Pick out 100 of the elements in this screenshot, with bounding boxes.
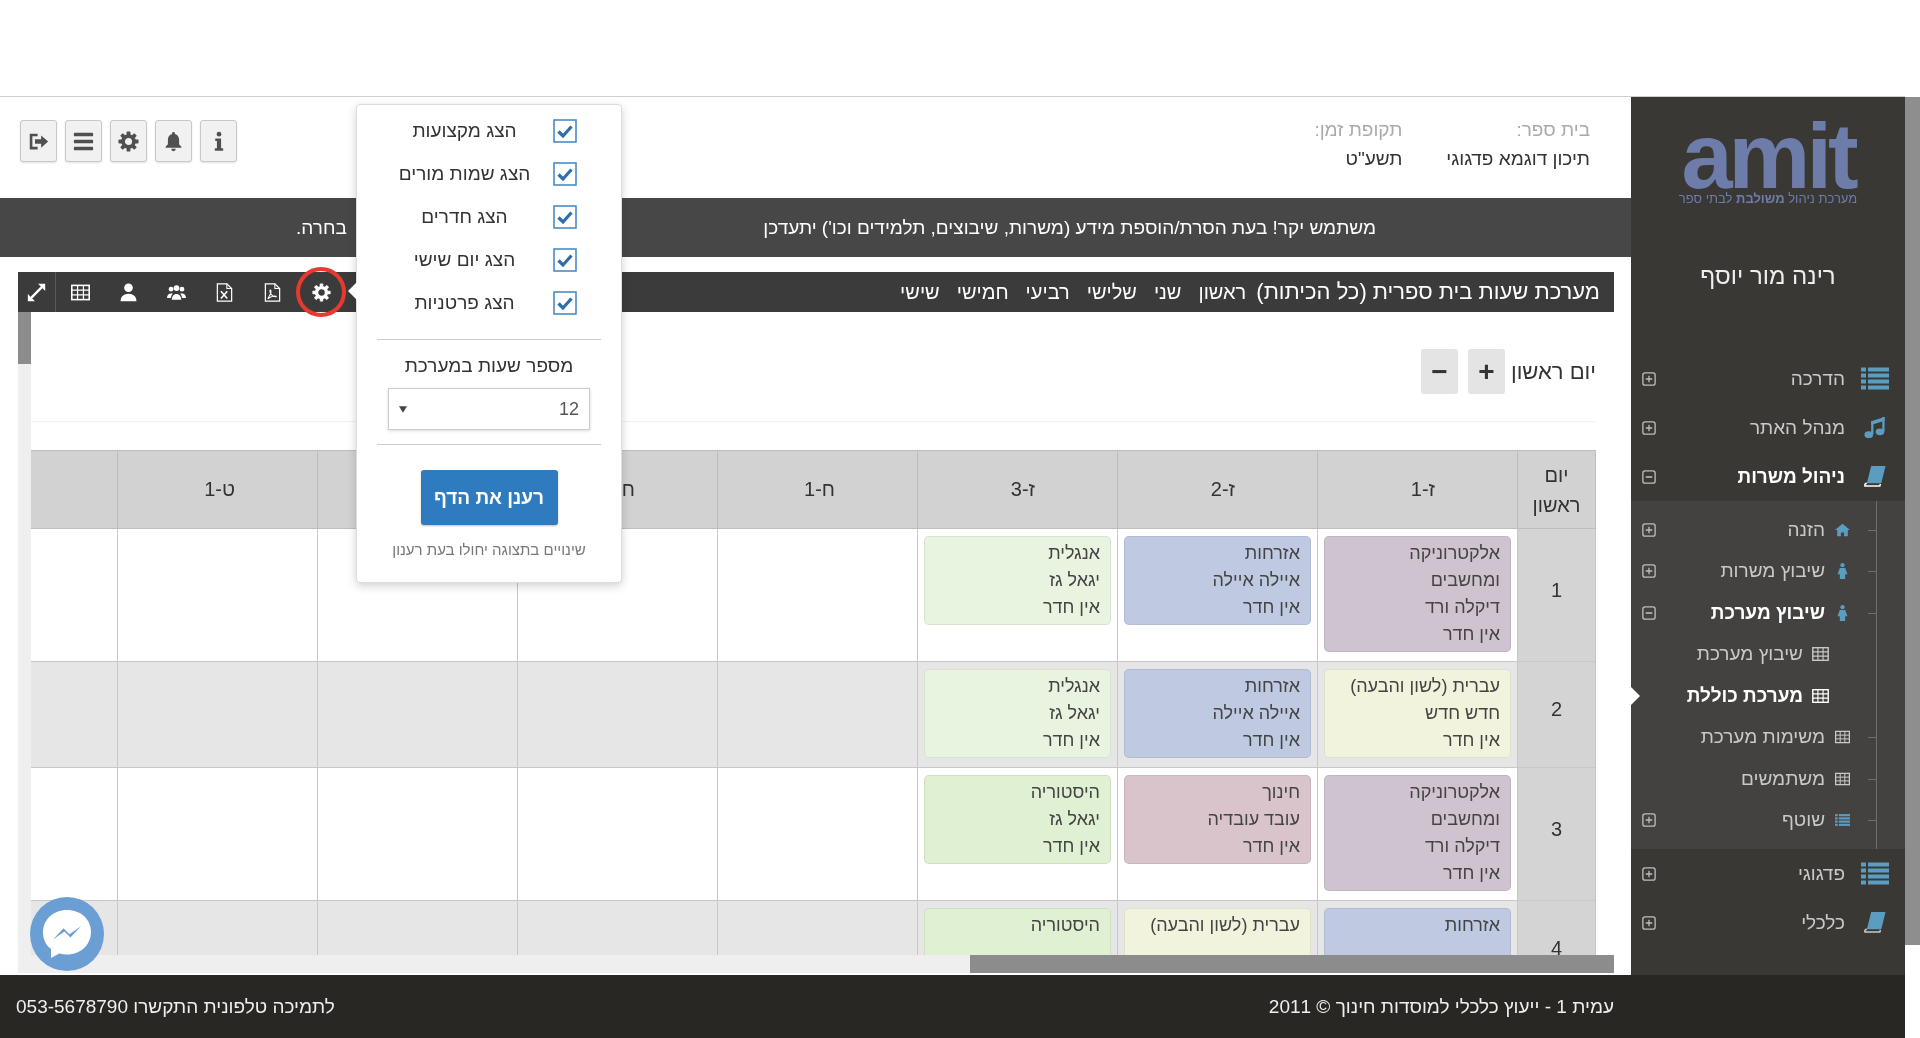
submenu-item[interactable]: שיבוץ מערכת — [1631, 592, 1905, 634]
lesson-card[interactable]: עברית (לשון והבעה) חדש חדש אין חדר — [1324, 669, 1511, 758]
timetable-title: מערכת שעות בית ספרית (כל הכיתות) — [1256, 279, 1600, 305]
hour-cell: 3 — [1517, 767, 1596, 901]
table-header-cell: ז-1 — [1317, 450, 1518, 529]
submenu-item[interactable]: שוטף — [1631, 799, 1905, 841]
subject-text: אנגלית — [1047, 542, 1100, 565]
day-link[interactable]: ראשון — [1198, 280, 1247, 304]
chat-button[interactable] — [30, 897, 104, 971]
submenu-item[interactable]: משתמשים — [1631, 758, 1905, 800]
room-text: אין חדר — [1441, 729, 1500, 752]
checkbox-label: הצג חדרים — [420, 205, 509, 228]
checkbox[interactable] — [553, 290, 577, 315]
menu-button[interactable] — [65, 120, 102, 162]
school-name: תיכון דוגמא פדגוגי — [1446, 147, 1590, 171]
scrollbar-thumb[interactable] — [970, 955, 1614, 973]
table-header-cell: יום ראשון — [1517, 450, 1596, 529]
chat-bubble-icon — [30, 897, 104, 971]
lesson-card[interactable]: היסטוריה — [924, 908, 1111, 955]
lesson-card[interactable]: אנגלית יגאל גז אין חדר — [924, 536, 1111, 625]
teacher-name: איילה איילה — [1211, 702, 1300, 725]
checkbox[interactable] — [553, 247, 577, 272]
room-text: אין חדר — [1441, 623, 1500, 646]
subject-text: אזרחות — [1243, 675, 1300, 698]
hours-label: מספר שעות במערכת — [403, 354, 575, 378]
submenu-item[interactable]: מערכת כוללת — [1631, 675, 1905, 717]
teacher-name: יגאל גז — [1048, 569, 1100, 592]
lesson-card[interactable]: אזרחות איילה איילה אין חדר — [1124, 536, 1311, 625]
menu-item[interactable]: הדרכה — [1631, 354, 1905, 403]
support-phone-text: לתמיכה טלפונית התקשרו 053-5678790 — [16, 995, 335, 1018]
day-link[interactable]: חמישי — [956, 280, 1009, 304]
lesson-card[interactable]: אנגלית יגאל גז אין חדר — [924, 669, 1111, 758]
subject-text: אזרחות — [1443, 914, 1500, 937]
table-grid-icon — [1835, 729, 1850, 746]
day-label: יום ראשון — [1510, 358, 1596, 385]
user-icon — [118, 282, 138, 302]
lesson-card[interactable]: אזרחות — [1324, 908, 1511, 955]
table-grid-icon — [1835, 770, 1850, 787]
teacher-name: דיקלה ורד — [1423, 835, 1500, 858]
submenu-item[interactable]: משימות מערכת — [1631, 716, 1905, 758]
menu-item[interactable]: כלכלי — [1631, 898, 1905, 947]
bell-icon — [163, 130, 184, 152]
room-text: אין חדר — [1241, 596, 1300, 619]
room-text: אין חדר — [1041, 596, 1100, 619]
subject-text: אזרחות — [1243, 542, 1300, 565]
table-grid-icon — [1812, 688, 1829, 703]
day-link[interactable]: שני — [1153, 280, 1182, 304]
subject-text: היסטוריה — [1029, 781, 1100, 804]
period-value: תשע"ט — [1344, 147, 1403, 171]
scrollbar-thumb[interactable] — [18, 312, 31, 364]
submenu-item[interactable]: הזנה — [1631, 509, 1905, 551]
list-icon — [1861, 367, 1889, 390]
menu-item[interactable]: פדגוגי — [1631, 849, 1905, 898]
table-header-cell: ט-1 — [117, 450, 318, 529]
checkbox[interactable] — [553, 118, 577, 143]
lesson-card[interactable]: חינוך עובד עובדיה אין חדר — [1124, 775, 1311, 864]
checkbox-label: הצג פרטניות — [413, 291, 516, 314]
notifications-button[interactable] — [155, 120, 192, 162]
checkbox-label: הצג יום שישי — [412, 248, 517, 271]
settings-icon — [118, 130, 139, 152]
lesson-card[interactable]: אזרחות איילה איילה אין חדר — [1124, 669, 1311, 758]
hours-select[interactable]: 12 — [388, 388, 590, 430]
subject-text: עברית (לשון והבעה) — [1349, 675, 1500, 698]
settings-button[interactable] — [110, 120, 147, 162]
hour-cell: 1 — [1517, 528, 1596, 662]
submenu-item[interactable]: שיבוץ מערכת — [1631, 633, 1905, 675]
user-name: רינה מור יוסף — [1699, 261, 1837, 291]
subject-text: עברית (לשון והבעה) — [1149, 914, 1300, 937]
subject-text: אנגלית — [1047, 675, 1100, 698]
school-label: בית ספר: — [1515, 118, 1590, 142]
checkbox[interactable] — [553, 161, 577, 186]
day-link[interactable]: שישי — [900, 280, 940, 304]
info-icon — [213, 130, 224, 152]
lesson-card[interactable]: עברית (לשון והבעה) — [1124, 908, 1311, 955]
menu-item[interactable]: מנהל האתר — [1631, 403, 1905, 452]
app-logo: amit — [1681, 104, 1857, 192]
person-icon — [1835, 604, 1850, 621]
checkbox-label: הצג מקצועות — [411, 119, 518, 142]
room-text: אין חדר — [1241, 729, 1300, 752]
menu-icon — [73, 130, 94, 152]
lesson-card[interactable]: אלקטרוניקה ומחשבים דיקלה ורד אין חדר — [1324, 536, 1511, 652]
day-link[interactable]: שלישי — [1086, 280, 1137, 304]
next-day-button[interactable]: + — [1467, 349, 1505, 394]
list-icon — [1861, 862, 1889, 885]
table-header-cell: ז-2 — [1117, 450, 1318, 529]
checkbox-label: הצג שמות מורים — [397, 162, 532, 185]
room-text: אין חדר — [1241, 835, 1300, 858]
logout-button[interactable] — [20, 120, 57, 162]
refresh-button[interactable]: רענן את הדף — [420, 470, 558, 525]
previous-day-button[interactable]: − — [1420, 349, 1458, 394]
submenu-item[interactable]: שיבוץ משרות — [1631, 550, 1905, 592]
info-button[interactable] — [200, 120, 237, 162]
scrollbar-thumb[interactable] — [1905, 97, 1920, 945]
day-link[interactable]: רביעי — [1025, 280, 1070, 304]
menu-item[interactable]: ניהול משרות — [1631, 452, 1905, 501]
room-text: אין חדר — [1041, 835, 1100, 858]
lesson-card[interactable]: אלקטרוניקה ומחשבים דיקלה ורד אין חדר — [1324, 775, 1511, 891]
checkbox[interactable] — [553, 204, 577, 229]
settings-icon — [311, 282, 331, 302]
lesson-card[interactable]: היסטוריה יגאל גז אין חדר — [924, 775, 1111, 864]
